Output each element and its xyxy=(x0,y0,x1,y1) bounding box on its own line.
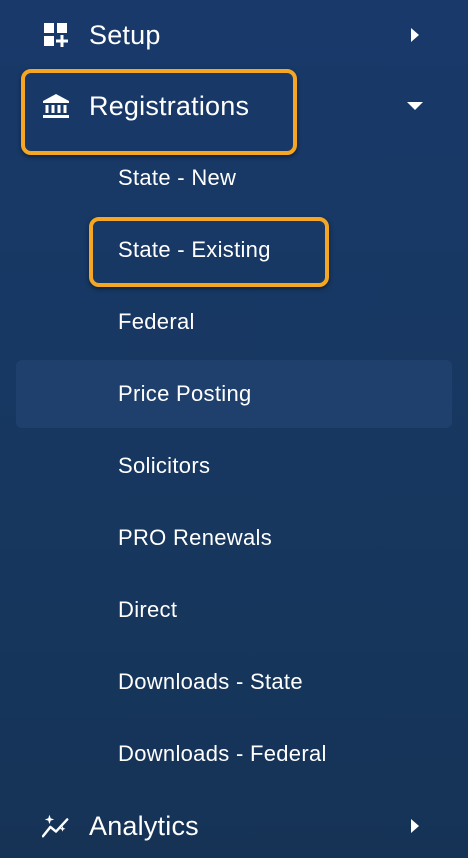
sub-item-label: Downloads - State xyxy=(118,669,303,694)
sub-item-label: State - Existing xyxy=(118,237,271,262)
sub-item-label: Price Posting xyxy=(118,381,252,406)
dashboard-plus-icon xyxy=(42,21,70,49)
sub-item-state-new[interactable]: State - New xyxy=(16,144,452,212)
sub-item-downloads-federal[interactable]: Downloads - Federal xyxy=(16,720,452,788)
sub-item-direct[interactable]: Direct xyxy=(16,576,452,644)
chevron-right-icon xyxy=(406,26,424,44)
nav-section-label: Analytics xyxy=(89,810,199,841)
nav-section-label: Registrations xyxy=(89,90,250,121)
sub-item-solicitors[interactable]: Solicitors xyxy=(16,432,452,500)
sparkle-chart-icon xyxy=(42,812,70,840)
caret-down-icon xyxy=(406,97,424,115)
sub-item-downloads-state[interactable]: Downloads - State xyxy=(16,648,452,716)
sub-item-price-posting[interactable]: Price Posting xyxy=(16,360,452,428)
bank-icon xyxy=(42,92,70,120)
nav-section-registrations[interactable]: Registrations xyxy=(0,74,468,138)
sub-item-label: State - New xyxy=(118,165,237,190)
sub-item-federal[interactable]: Federal xyxy=(16,288,452,356)
chevron-right-icon xyxy=(406,817,424,835)
nav-section-setup[interactable]: Setup xyxy=(0,3,468,67)
nav-section-analytics[interactable]: Analytics xyxy=(0,794,468,858)
sub-item-pro-renewals[interactable]: PRO Renewals xyxy=(16,504,452,572)
sub-item-state-existing[interactable]: State - Existing xyxy=(16,216,452,284)
sub-item-label: Downloads - Federal xyxy=(118,741,327,766)
sub-item-label: PRO Renewals xyxy=(118,525,272,550)
sub-item-label: Solicitors xyxy=(118,453,211,478)
sub-item-label: Federal xyxy=(118,309,195,334)
nav-section-label: Setup xyxy=(89,19,161,50)
sub-item-label: Direct xyxy=(118,597,178,622)
sidebar-nav: Setup Registrations State - New State - … xyxy=(0,0,468,858)
